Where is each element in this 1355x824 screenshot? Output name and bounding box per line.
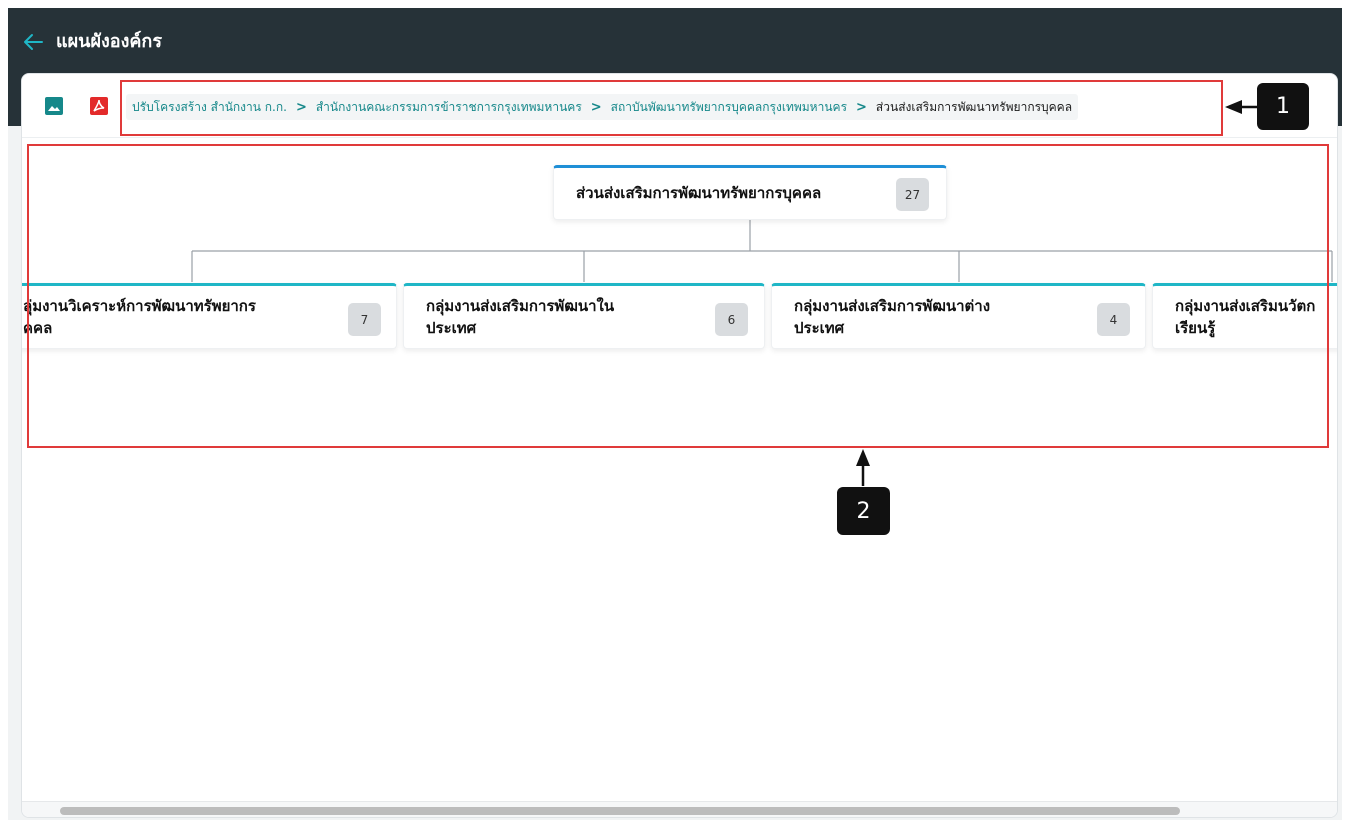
org-chart-card: ปรับโครงสร้าง สำนักงาน ก.ก. > สำนักงานคณ…: [21, 73, 1338, 818]
org-node-title: ส่วนส่งเสริมการพัฒนาทรัพยากรบุคคล: [576, 184, 822, 202]
breadcrumb-item-restructure[interactable]: ปรับโครงสร้าง สำนักงาน ก.ก.: [132, 98, 287, 117]
annotation-badge-1: 1: [1257, 83, 1309, 130]
org-node-title: กลุ่มงานส่งเสริมการพัฒนาใน ประเทศ: [426, 297, 615, 337]
chevron-right-icon: >: [295, 99, 307, 115]
org-node-count: 4: [1097, 303, 1130, 336]
image-icon[interactable]: [44, 96, 64, 116]
org-node-title: ลุ่มงานวิเคราะห์การพัฒนาทรัพยากร คคล: [23, 297, 256, 337]
annotation-badge-2: 2: [837, 487, 890, 535]
chevron-right-icon: >: [590, 99, 602, 115]
breadcrumb-item-office[interactable]: สำนักงานคณะกรรมการข้าราชการกรุงเทพมหานคร: [316, 98, 582, 117]
breadcrumb-item-institute[interactable]: สถาบันพัฒนาทรัพยากรบุคคลกรุงเทพมหานคร: [611, 98, 847, 117]
org-node-child-3[interactable]: กลุ่มงานส่งเสริมการพัฒนาต่าง ประเทศ 4: [771, 283, 1146, 349]
org-node-root[interactable]: ส่วนส่งเสริมการพัฒนาทรัพยากรบุคคล 27: [553, 165, 947, 220]
app-window: แผนผังองค์กร ปรับโครงสร้าง สำนักงาน ก.ก.…: [8, 8, 1342, 820]
org-node-title: กลุ่มงานส่งเสริมนวัตก เรียนรู้: [1175, 297, 1316, 337]
org-chart-connectors: [191, 215, 1333, 282]
org-node-count: 27: [896, 178, 929, 211]
horizontal-scrollbar[interactable]: [22, 801, 1337, 817]
back-arrow-icon[interactable]: [22, 32, 44, 52]
page-title: แผนผังองค์กร: [56, 31, 162, 52]
org-node-child-2[interactable]: กลุ่มงานส่งเสริมการพัฒนาใน ประเทศ 6: [403, 283, 765, 349]
pdf-icon[interactable]: [89, 96, 109, 116]
breadcrumb: ปรับโครงสร้าง สำนักงาน ก.ก. > สำนักงานคณ…: [126, 94, 1079, 120]
org-node-child-4[interactable]: กลุ่มงานส่งเสริมนวัตก เรียนรู้: [1152, 283, 1337, 349]
breadcrumb-current: ส่วนส่งเสริมการพัฒนาทรัพยากรบุคคล: [875, 99, 1073, 114]
org-node-child-1[interactable]: ลุ่มงานวิเคราะห์การพัฒนาทรัพยากร คคล 7: [22, 283, 397, 349]
chart-toolbar: ปรับโครงสร้าง สำนักงาน ก.ก. > สำนักงานคณ…: [22, 74, 1337, 138]
chevron-right-icon: >: [856, 99, 867, 115]
scrollbar-thumb[interactable]: [60, 807, 1180, 815]
org-chart-canvas[interactable]: ส่วนส่งเสริมการพัฒนาทรัพยากรบุคคล 27 ลุ่…: [22, 139, 1337, 799]
org-node-count: 6: [715, 303, 748, 336]
org-node-title: กลุ่มงานส่งเสริมการพัฒนาต่าง ประเทศ: [794, 297, 991, 337]
org-node-count: 7: [348, 303, 381, 336]
